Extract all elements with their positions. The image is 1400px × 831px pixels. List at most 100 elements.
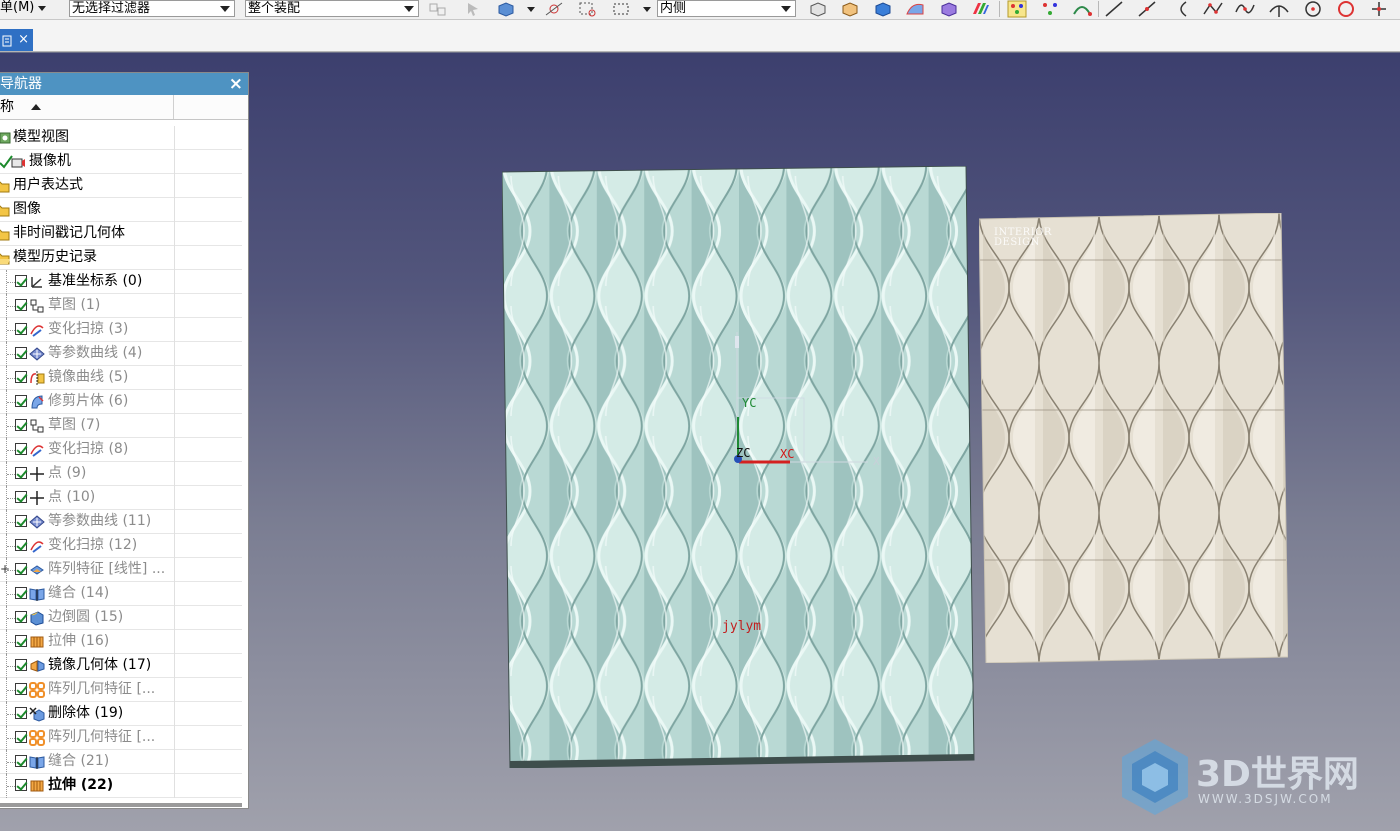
feature-visibility-checkbox[interactable]: [15, 563, 27, 575]
tree-node-label: 草图 (1): [48, 297, 101, 313]
circle-icon[interactable]: [1335, 0, 1357, 18]
delete-body-icon: [29, 706, 45, 722]
feature-visibility-checkbox[interactable]: [15, 347, 27, 359]
studio-render-icon[interactable]: [969, 0, 991, 18]
shaded-icon[interactable]: [872, 0, 894, 18]
select-feature-icon[interactable]: [463, 0, 485, 18]
document-tab[interactable]: ×: [0, 29, 33, 51]
face-analysis-icon[interactable]: [904, 0, 926, 18]
snap-point-icon[interactable]: [543, 0, 565, 18]
feature-sketch-1[interactable]: 草图 (1): [0, 294, 242, 318]
feature-pattern-geometry-18[interactable]: 阵列几何特征 [...: [0, 678, 242, 702]
feature-visibility-checkbox[interactable]: [15, 467, 27, 479]
feature-point-9[interactable]: 点 (9): [0, 462, 242, 486]
tab-close-button[interactable]: ×: [18, 29, 29, 51]
feature-pattern-geometry-20[interactable]: 阵列几何特征 [...: [0, 726, 242, 750]
point-icon[interactable]: [1368, 0, 1390, 18]
feature-mirror-geometry-17[interactable]: 镜像几何体 (17): [0, 654, 242, 678]
partially-shaded-icon[interactable]: [938, 0, 960, 18]
tree-node-user-expressions[interactable]: 用户表达式: [0, 174, 242, 198]
feature-visibility-checkbox[interactable]: [15, 707, 27, 719]
feature-visibility-checkbox[interactable]: [15, 419, 27, 431]
menu-label: 单(M): [0, 0, 35, 15]
feature-visibility-checkbox[interactable]: [15, 659, 27, 671]
assembly-navigator-icon[interactable]: [427, 0, 449, 18]
tree-node-images[interactable]: 图像: [0, 198, 242, 222]
feature-visibility-checkbox[interactable]: [15, 755, 27, 767]
tree-node-label: 用户表达式: [13, 177, 83, 193]
feature-visibility-checkbox[interactable]: [15, 779, 27, 791]
shaded-edges-icon[interactable]: [839, 0, 861, 18]
chevron-down-icon[interactable]: [520, 0, 535, 18]
wcs-yc-label: YC: [742, 396, 757, 410]
point-set-icon[interactable]: [1039, 0, 1061, 18]
feature-visibility-checkbox[interactable]: [15, 611, 27, 623]
photo-watermark-line2: DESIGN: [994, 237, 1040, 248]
rectangle-select-icon[interactable]: [611, 0, 633, 18]
navigator-close-button[interactable]: ×: [229, 73, 243, 95]
feature-extrude-22[interactable]: 拉伸 (22): [0, 774, 242, 798]
feature-visibility-checkbox[interactable]: [15, 635, 27, 647]
feature-visibility-checkbox[interactable]: [15, 443, 27, 455]
navigator-horizontal-scrollbar[interactable]: [0, 803, 242, 807]
feature-visibility-checkbox[interactable]: [15, 491, 27, 503]
tree-node-label: 点 (10): [48, 489, 96, 505]
polyline-icon[interactable]: [1202, 0, 1224, 18]
tree-node-model-history[interactable]: 模型历史记录: [0, 246, 242, 270]
sketch-icon: [29, 418, 45, 434]
selection-side-select[interactable]: 内侧: [657, 0, 796, 17]
feature-visibility-checkbox[interactable]: [15, 323, 27, 335]
feature-variational-sweep-12[interactable]: 变化扫掠 (12): [0, 534, 242, 558]
feature-mirror-curve-5[interactable]: 镜像曲线 (5): [0, 366, 242, 390]
feature-trimmed-sheet-6[interactable]: 修剪片体 (6): [0, 390, 242, 414]
wireframe-shaded-icon[interactable]: [807, 0, 829, 18]
tree-node-cameras[interactable]: 摄像机: [0, 150, 242, 174]
spline-icon[interactable]: [1234, 0, 1256, 18]
arc-icon[interactable]: [1171, 0, 1193, 18]
feature-variational-sweep-8[interactable]: 变化扫掠 (8): [0, 438, 242, 462]
feature-isoparametric-curve-11[interactable]: 等参数曲线 (11): [0, 510, 242, 534]
feature-visibility-checkbox[interactable]: [15, 587, 27, 599]
feature-sketch-7[interactable]: 草图 (7): [0, 414, 242, 438]
intersection-curve-icon[interactable]: [1268, 0, 1290, 18]
feature-visibility-checkbox[interactable]: [15, 299, 27, 311]
assembly-scope-select[interactable]: 整个装配: [245, 0, 419, 17]
feature-visibility-checkbox[interactable]: [15, 539, 27, 551]
feature-visibility-checkbox[interactable]: [15, 731, 27, 743]
chevron-down-icon: [781, 6, 791, 12]
name-column-header[interactable]: 称: [0, 95, 174, 119]
snap-points-icon[interactable]: [1006, 0, 1028, 18]
feature-point-10[interactable]: 点 (10): [0, 486, 242, 510]
feature-pattern-linear[interactable]: + 阵列特征 [线性] ...: [0, 558, 242, 582]
feature-visibility-checkbox[interactable]: [15, 395, 27, 407]
curve-rule-icon[interactable]: [1071, 0, 1093, 18]
box-select-icon[interactable]: [576, 0, 598, 18]
chevron-down-icon[interactable]: [636, 0, 651, 18]
feature-variational-sweep-3[interactable]: 变化扫掠 (3): [0, 318, 242, 342]
extrude-icon: [29, 778, 45, 794]
menu-dropdown[interactable]: 单(M): [0, 0, 48, 17]
feature-isoparametric-curve-4[interactable]: 等参数曲线 (4): [0, 342, 242, 366]
main-toolbar: 单(M) 无选择过滤器 整个装配 内侧: [0, 0, 1400, 20]
selection-filter-select[interactable]: 无选择过滤器: [69, 0, 235, 17]
name-column-label: 称: [0, 99, 14, 115]
isoparametric-curve-icon: [29, 514, 45, 530]
tree-node-model-views[interactable]: 模型视图: [0, 126, 242, 150]
feature-extrude-16[interactable]: 拉伸 (16): [0, 630, 242, 654]
feature-edge-blend-15[interactable]: 边倒圆 (15): [0, 606, 242, 630]
brand-url: WWW.3DSJW.COM: [1198, 792, 1333, 806]
circle-point-icon[interactable]: [1302, 0, 1324, 18]
tree-node-non-timestamp-geometry[interactable]: 非时间戳记几何体: [0, 222, 242, 246]
feature-visibility-checkbox[interactable]: [15, 371, 27, 383]
feature-visibility-checkbox[interactable]: [15, 275, 27, 287]
tree-node-label: 基准坐标系 (0): [48, 273, 143, 289]
line-icon[interactable]: [1103, 0, 1125, 18]
feature-visibility-checkbox[interactable]: [15, 515, 27, 527]
feature-datum-csys[interactable]: 基准坐标系 (0): [0, 270, 242, 294]
line-through-point-icon[interactable]: [1136, 0, 1158, 18]
feature-sew-14[interactable]: 缝合 (14): [0, 582, 242, 606]
body-select-icon[interactable]: [495, 0, 517, 18]
feature-delete-body-19[interactable]: 删除体 (19): [0, 702, 242, 726]
feature-sew-21[interactable]: 缝合 (21): [0, 750, 242, 774]
feature-visibility-checkbox[interactable]: [15, 683, 27, 695]
